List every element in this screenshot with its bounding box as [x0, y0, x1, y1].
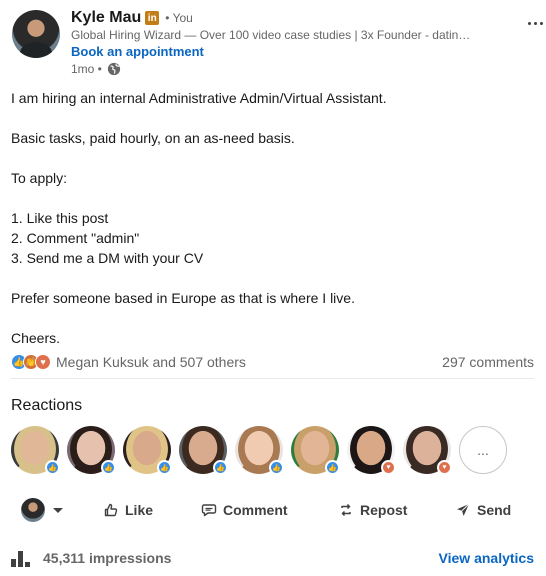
chevron-down-icon — [53, 507, 63, 513]
actor-avatar — [21, 498, 45, 522]
like-button[interactable]: Like — [103, 502, 153, 518]
post-age: 1mo • — [71, 62, 102, 76]
reactor-avatar[interactable]: 👍 — [235, 426, 284, 475]
reactor-avatar[interactable]: ♥ — [403, 426, 452, 475]
post-line: 2. Comment "admin" — [11, 230, 140, 246]
divider — [11, 378, 534, 379]
repost-button[interactable]: Repost — [338, 502, 407, 518]
post-line: Prefer someone based in Europe as that i… — [11, 290, 355, 306]
post-line: 1. Like this post — [11, 210, 109, 226]
more-options-icon[interactable] — [524, 16, 546, 30]
like-reaction-icon: 👍 — [101, 460, 116, 475]
post-header: Kyle Mau in • You Global Hiring Wizard —… — [12, 9, 543, 80]
comment-label: Comment — [223, 502, 288, 518]
author-headline: Global Hiring Wizard — Over 100 video ca… — [71, 28, 471, 42]
post-text: I am hiring an internal Administrative A… — [11, 88, 531, 348]
author-name-line: Kyle Mau in • You — [71, 9, 193, 27]
action-bar: Like Comment Repost Send — [11, 494, 534, 526]
post-line: To apply: — [11, 170, 68, 186]
thumbs-up-icon — [104, 503, 118, 517]
view-analytics-link[interactable]: View analytics — [439, 550, 534, 566]
post-line: I am hiring an internal Administrative A… — [11, 90, 387, 106]
comment-icon — [201, 504, 217, 517]
social-counts: 👍 👏 ♥ Megan Kuksuk and 507 others 297 co… — [11, 352, 534, 372]
author-name[interactable]: Kyle Mau — [71, 9, 141, 27]
reactions-summary[interactable]: Megan Kuksuk and 507 others — [56, 354, 246, 370]
like-reaction-icon: 👍 — [45, 460, 60, 475]
like-label: Like — [125, 502, 154, 518]
send-icon — [457, 503, 470, 516]
reactor-avatar[interactable]: ♥ — [347, 426, 396, 475]
love-reaction-icon: ♥ — [35, 354, 51, 370]
comments-count[interactable]: 297 comments — [442, 354, 534, 370]
relation-label: • You — [165, 11, 193, 25]
more-reactors-button[interactable]: ... — [459, 426, 507, 474]
linkedin-premium-icon: in — [145, 11, 160, 25]
like-reaction-icon: 👍 — [325, 460, 340, 475]
post-blank-line — [11, 308, 531, 328]
send-button[interactable]: Send — [455, 502, 511, 518]
love-reaction-icon: ♥ — [437, 460, 452, 475]
post-footer: 45,311 impressions View analytics — [11, 546, 534, 570]
like-reaction-icon: 👍 — [213, 460, 228, 475]
repost-label: Repost — [360, 502, 408, 518]
actor-switcher[interactable] — [11, 498, 93, 522]
reactor-avatars: 👍 👍 👍 👍 👍 👍 ♥ ♥... — [11, 426, 507, 475]
reactions-heading: Reactions — [11, 397, 83, 414]
book-appointment-link[interactable]: Book an appointment — [71, 44, 204, 59]
love-reaction-icon: ♥ — [381, 460, 396, 475]
post-timestamp: 1mo • — [71, 62, 121, 76]
reactor-avatar[interactable]: 👍 — [67, 426, 116, 475]
like-reaction-icon: 👍 — [157, 460, 172, 475]
impressions-count[interactable]: 45,311 impressions — [43, 550, 171, 566]
send-label: Send — [477, 502, 512, 518]
post-blank-line — [11, 268, 531, 288]
reaction-type-stack[interactable]: 👍 👏 ♥ — [11, 354, 51, 370]
post-blank-line — [11, 188, 531, 208]
reactor-avatar[interactable]: 👍 — [179, 426, 228, 475]
post-line: 3. Send me a DM with your CV — [11, 250, 204, 266]
like-reaction-icon: 👍 — [269, 460, 284, 475]
post-blank-line — [11, 108, 531, 128]
post-line: Cheers. — [11, 330, 61, 346]
repost-icon — [341, 503, 351, 517]
comment-button[interactable]: Comment — [201, 502, 288, 518]
post-line: Basic tasks, paid hourly, on an as-need … — [11, 130, 295, 146]
bar-chart-icon — [11, 549, 31, 567]
reactor-avatar[interactable]: 👍 — [123, 426, 172, 475]
author-avatar[interactable] — [12, 10, 60, 58]
post-blank-line — [11, 148, 531, 168]
reactor-avatar[interactable]: 👍 — [11, 426, 60, 475]
globe-icon — [107, 62, 121, 76]
reactor-avatar[interactable]: 👍 — [291, 426, 340, 475]
